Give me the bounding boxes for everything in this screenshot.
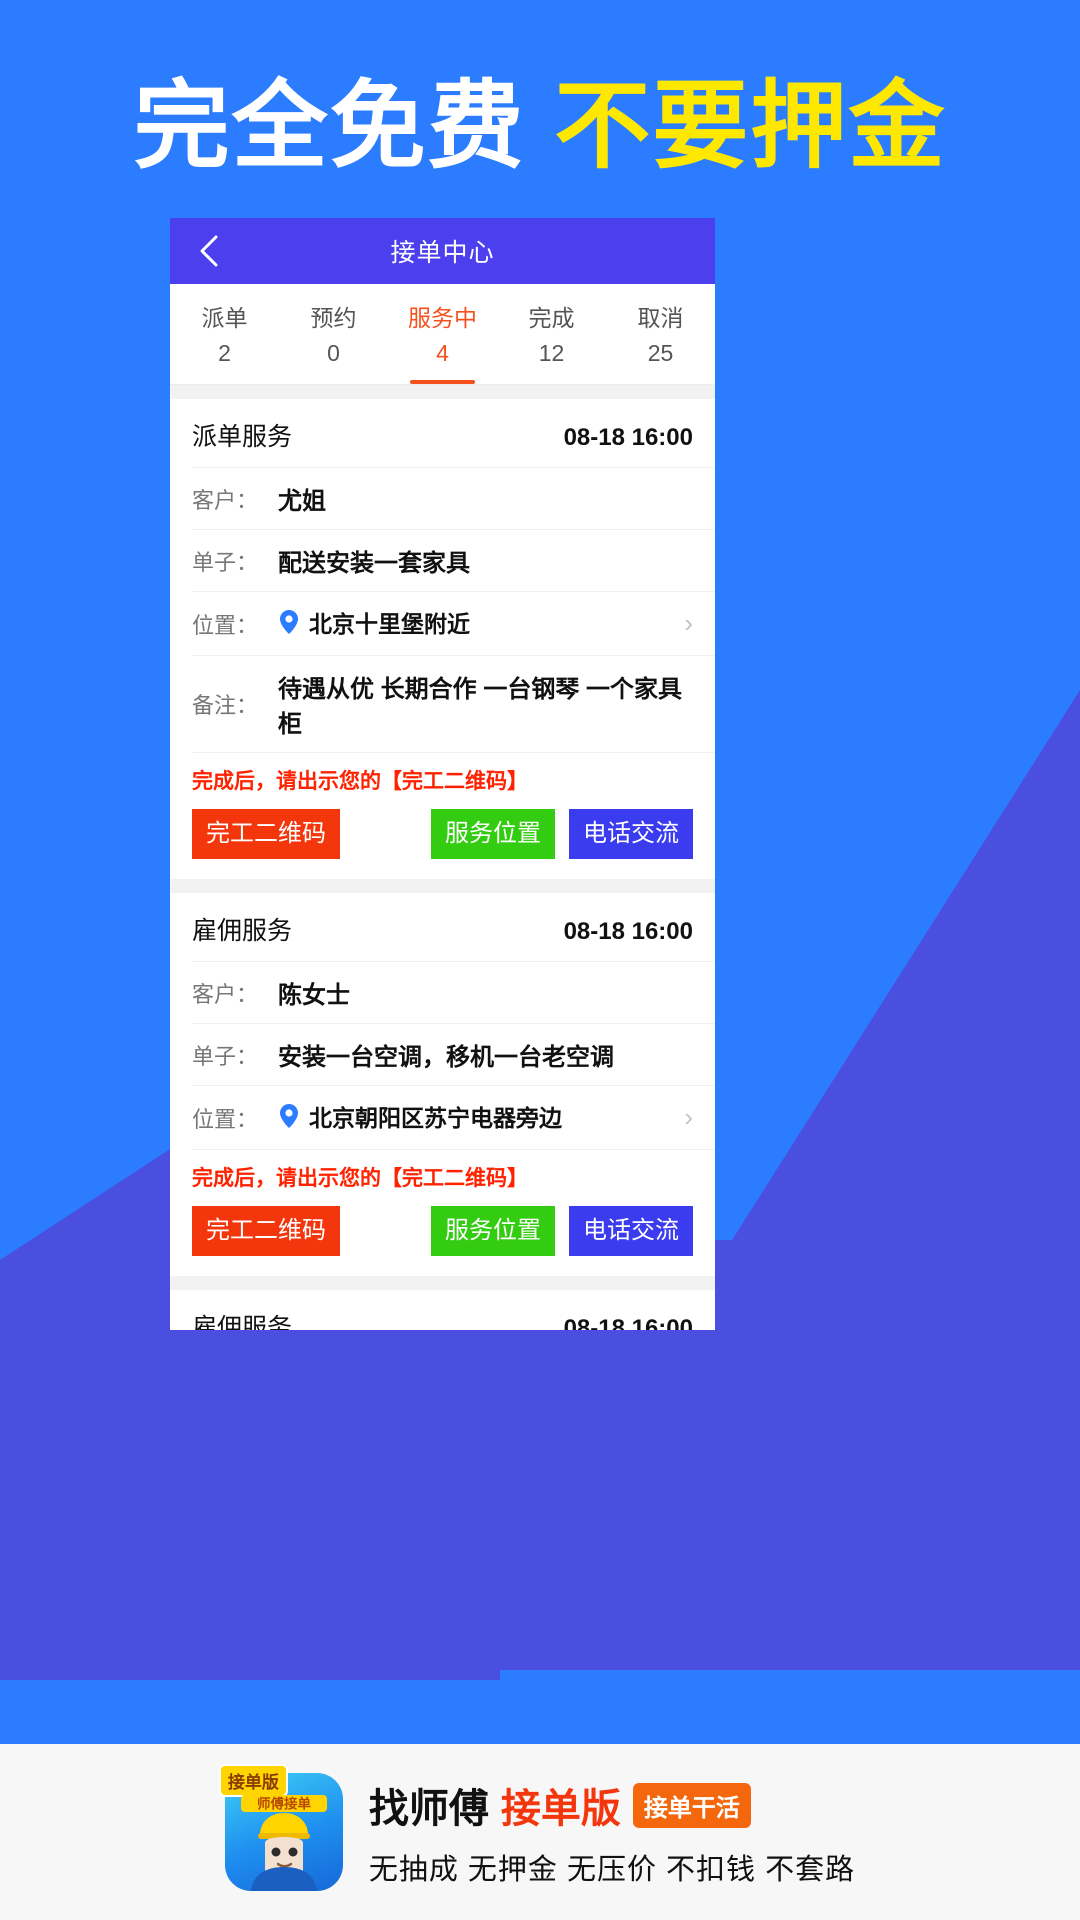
tab-in-service[interactable]: 服务中 4 bbox=[388, 292, 497, 385]
order-description: 配送安装一套家具 bbox=[278, 550, 470, 578]
location-text: 北京十里堡附近 bbox=[309, 611, 470, 638]
tab-label: 服务中 bbox=[408, 305, 477, 331]
footer-text-block: 找师傅 接单版 接单干活 无抽成 无押金 无压价 不扣钱 不套路 bbox=[369, 1776, 855, 1888]
order-time: 08-18 16:00 bbox=[563, 918, 693, 946]
field-label-remark: 备注： bbox=[192, 693, 259, 719]
location-value: 北京十里堡附近 bbox=[278, 605, 674, 642]
map-pin-icon bbox=[278, 609, 300, 642]
tab-label: 完成 bbox=[528, 305, 575, 331]
map-pin-icon bbox=[278, 1103, 300, 1136]
order-time: 08-18 16:00 bbox=[563, 424, 693, 452]
brand-line: 找师傅 接单版 接单干活 bbox=[369, 1776, 855, 1834]
field-label-customer: 客户： bbox=[192, 487, 259, 513]
tab-count: 0 bbox=[327, 340, 340, 367]
app-promo-footer: 接单版 师傅接单 找师傅 接单版 接单干活 无抽成 无押金 无压价 不扣钱 不套… bbox=[0, 1744, 1080, 1920]
order-remark: 待遇从优 长期合作 一台钢琴 一个家具柜 bbox=[278, 676, 683, 739]
tab-underline bbox=[519, 380, 584, 384]
chevron-left-icon bbox=[200, 235, 218, 267]
tab-underline bbox=[192, 380, 257, 384]
app-screenshot-frame: 接单中心 派单 2 预约 0 服务中 4 完成 12 取消 25 派单服务 08… bbox=[170, 218, 715, 1330]
order-card-header: 雇佣服务 08-18 16:00 bbox=[170, 893, 715, 961]
brand-name-primary: 找师傅 bbox=[368, 1787, 489, 1831]
list-gap bbox=[170, 1276, 715, 1291]
worker-avatar-icon: 师傅接单 bbox=[240, 1795, 327, 1891]
order-location-row[interactable]: 位置： 北京十里堡附近 › bbox=[192, 591, 715, 655]
app-icon: 接单版 师傅接单 bbox=[218, 1764, 343, 1891]
qr-notice: 完成后，请出示您的【完工二维码】 bbox=[192, 1149, 715, 1198]
tab-completed[interactable]: 完成 12 bbox=[497, 292, 606, 384]
tab-count: 25 bbox=[647, 340, 674, 367]
field-label-order: 单子： bbox=[192, 549, 259, 575]
order-actions: 完工二维码 服务位置 电话交流 bbox=[170, 801, 715, 879]
order-remark-row: 备注： 待遇从优 长期合作 一台钢琴 一个家具柜 bbox=[192, 655, 715, 752]
field-label-location: 位置： bbox=[192, 1106, 259, 1132]
order-card[interactable]: 派单服务 08-18 16:00 客户： 尤姐 单子： 配送安装一套家具 位置： bbox=[170, 399, 715, 880]
tab-count: 12 bbox=[538, 340, 565, 367]
tab-cancelled[interactable]: 取消 25 bbox=[606, 292, 715, 384]
footer-tagline: 无抽成 无押金 无压价 不扣钱 不套路 bbox=[368, 1854, 856, 1886]
location-text: 北京朝阳区苏宁电器旁边 bbox=[309, 1105, 562, 1132]
back-button[interactable] bbox=[192, 234, 226, 268]
promo-headline: 完全免费 不要押金 bbox=[0, 72, 1080, 182]
tab-count: 4 bbox=[436, 340, 449, 367]
headline-yellow-text: 不要押金 bbox=[554, 73, 947, 180]
tab-label: 取消 bbox=[637, 305, 684, 331]
tab-underline-active bbox=[410, 380, 475, 385]
service-location-button[interactable]: 服务位置 bbox=[431, 1206, 555, 1257]
finish-qr-button[interactable]: 完工二维码 bbox=[192, 809, 340, 860]
order-status-tabs: 派单 2 预约 0 服务中 4 完成 12 取消 25 bbox=[170, 284, 715, 386]
customer-name: 尤姐 bbox=[278, 488, 326, 516]
order-card-header: 雇佣服务 08-18 16:00 bbox=[170, 1290, 715, 1330]
order-description: 安装一台空调，移机一台老空调 bbox=[278, 1044, 614, 1072]
svg-text:师傅接单: 师傅接单 bbox=[257, 1796, 311, 1812]
list-gap bbox=[170, 879, 715, 894]
order-location-row[interactable]: 位置： 北京朝阳区苏宁电器旁边 › bbox=[192, 1085, 715, 1149]
order-card-header: 派单服务 08-18 16:00 bbox=[170, 399, 715, 467]
tab-underline bbox=[301, 380, 366, 384]
location-value: 北京朝阳区苏宁电器旁边 bbox=[278, 1099, 674, 1136]
order-detail-row: 单子： 配送安装一套家具 bbox=[192, 529, 715, 591]
order-actions: 完工二维码 服务位置 电话交流 bbox=[170, 1198, 715, 1276]
service-location-button[interactable]: 服务位置 bbox=[431, 809, 555, 860]
tab-dispatch[interactable]: 派单 2 bbox=[170, 292, 279, 384]
tab-reservation[interactable]: 预约 0 bbox=[279, 292, 388, 384]
order-card[interactable]: 雇佣服务 08-18 16:00 客户： 金先生 单子： 家里马桶漏水了，急需师… bbox=[170, 1290, 715, 1330]
order-card[interactable]: 雇佣服务 08-18 16:00 客户： 陈女士 单子： 安装一台空调，移机一台… bbox=[170, 893, 715, 1277]
order-type: 雇佣服务 bbox=[192, 917, 293, 946]
order-type: 派单服务 bbox=[192, 423, 293, 452]
order-time: 08-18 16:00 bbox=[563, 1315, 693, 1330]
tab-count: 2 bbox=[218, 340, 231, 367]
field-label-order: 单子： bbox=[192, 1043, 259, 1069]
order-customer-row: 客户： 尤姐 bbox=[192, 467, 715, 529]
finish-qr-button[interactable]: 完工二维码 bbox=[192, 1206, 340, 1257]
tab-label: 预约 bbox=[310, 305, 357, 331]
order-customer-row: 客户： 陈女士 bbox=[192, 961, 715, 1023]
order-detail-row: 单子： 安装一台空调，移机一台老空调 bbox=[192, 1023, 715, 1085]
app-navbar: 接单中心 bbox=[170, 218, 715, 284]
customer-name: 陈女士 bbox=[278, 982, 350, 1010]
tab-underline bbox=[628, 380, 693, 384]
qr-notice: 完成后，请出示您的【完工二维码】 bbox=[192, 752, 715, 801]
tab-label: 派单 bbox=[201, 305, 248, 331]
phone-call-button[interactable]: 电话交流 bbox=[569, 1206, 693, 1257]
field-label-customer: 客户： bbox=[192, 981, 259, 1007]
brand-badge: 接单干活 bbox=[632, 1782, 751, 1828]
phone-call-button[interactable]: 电话交流 bbox=[569, 809, 693, 860]
order-type: 雇佣服务 bbox=[192, 1314, 293, 1330]
list-gap bbox=[170, 385, 715, 400]
field-label-location: 位置： bbox=[192, 612, 259, 638]
brand-name-accent: 接单版 bbox=[500, 1787, 621, 1831]
page-title: 接单中心 bbox=[390, 239, 495, 267]
headline-white-text: 完全免费 bbox=[133, 73, 526, 180]
chevron-right-icon: › bbox=[684, 608, 693, 639]
chevron-right-icon: › bbox=[684, 1102, 693, 1133]
order-list[interactable]: 派单服务 08-18 16:00 客户： 尤姐 单子： 配送安装一套家具 位置： bbox=[170, 385, 715, 1330]
